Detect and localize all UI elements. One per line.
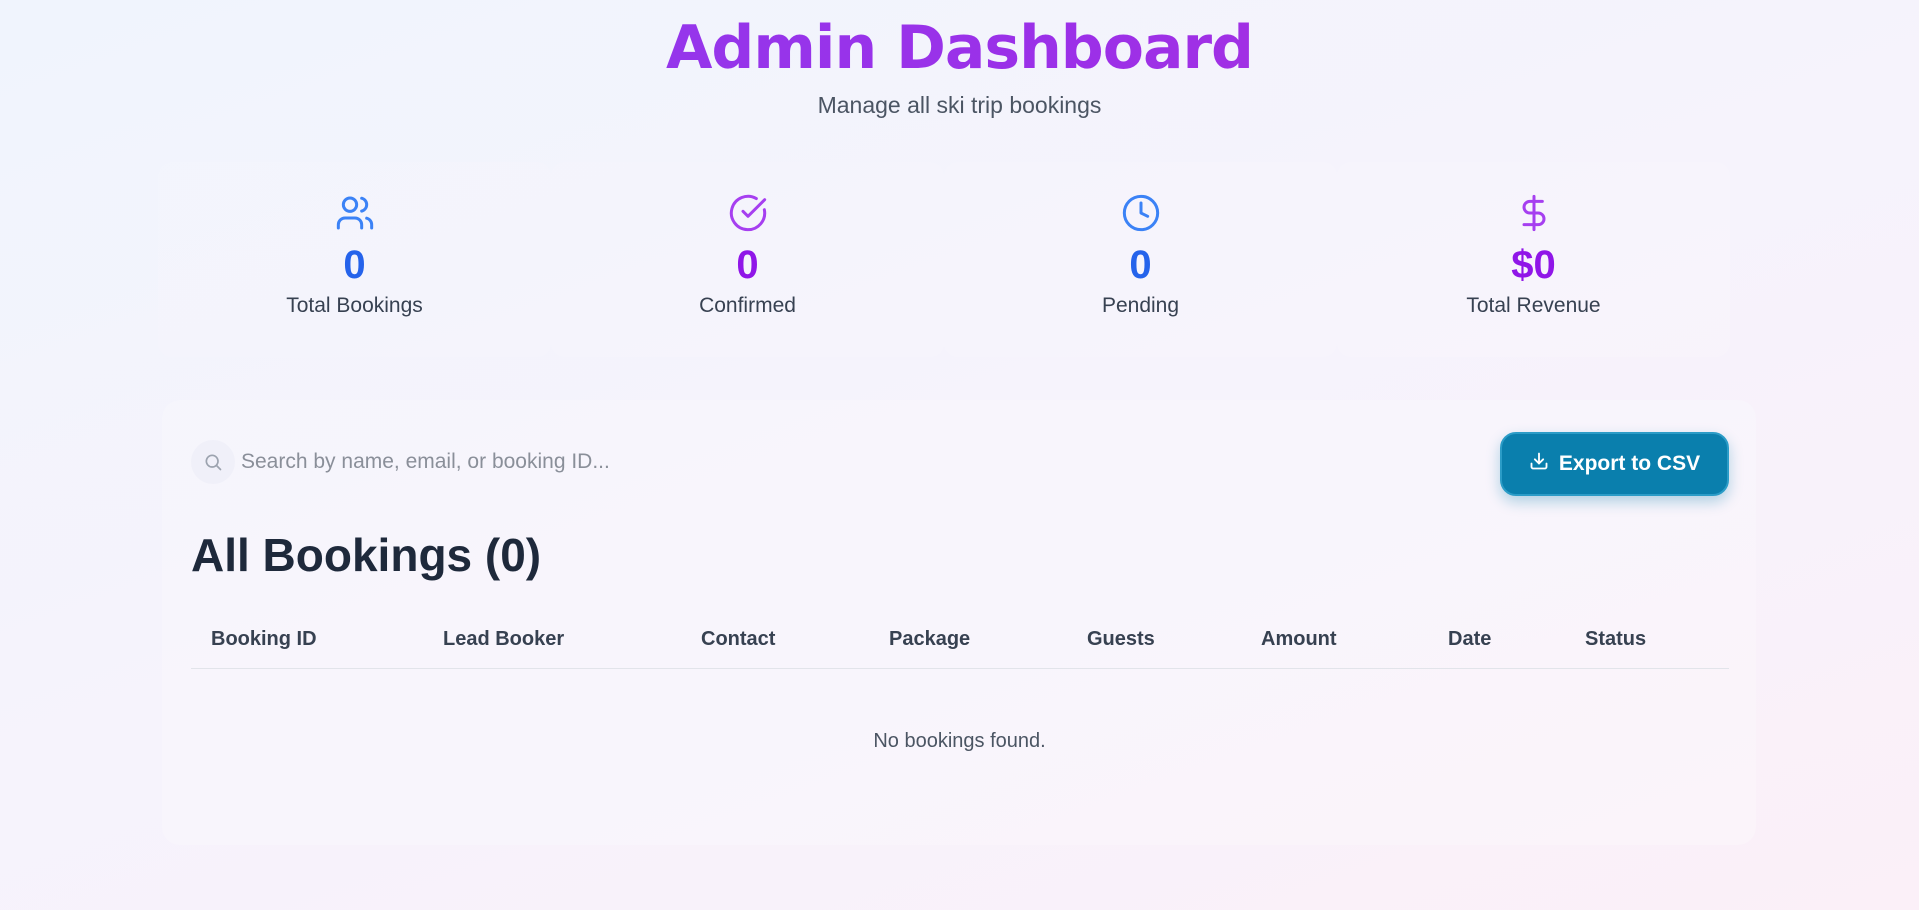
stat-value-total-revenue: $0 [1511,243,1556,287]
column-header-status[interactable]: Status [1585,628,1646,651]
export-csv-label: Export to CSV [1558,452,1701,475]
column-header-date[interactable]: Date [1448,628,1491,651]
stats-row: 0 Total Bookings 0 Confirmed 0 Pending $… [158,162,1730,357]
stat-value-confirmed: 0 [736,243,759,287]
stat-label-total-revenue: Total Revenue [1466,294,1601,317]
search-input[interactable] [241,450,661,474]
page-subtitle: Manage all ski trip bookings [817,92,1102,118]
stat-label-confirmed: Confirmed [699,294,796,317]
column-header-contact[interactable]: Contact [701,628,775,651]
stat-value-total-bookings: 0 [343,243,366,287]
stat-value-pending: 0 [1129,243,1152,287]
stat-card-pending: 0 Pending [944,162,1337,357]
stat-label-pending: Pending [1101,294,1180,317]
stat-card-total-bookings: 0 Total Bookings [158,162,551,357]
column-header-amount[interactable]: Amount [1261,628,1337,651]
page-header: Admin Dashboard Manage all ski trip book… [0,8,1919,119]
search-bar[interactable] [191,432,691,492]
page-title: Admin Dashboard [0,8,1919,88]
column-header-booking-id[interactable]: Booking ID [211,628,317,651]
export-csv-button[interactable]: Export to CSV [1500,432,1729,496]
column-header-lead-booker[interactable]: Lead Booker [443,628,564,651]
bookings-section-title: All Bookings (0) [191,529,542,581]
column-header-package[interactable]: Package [889,628,970,651]
stat-card-total-revenue: $0 Total Revenue [1337,162,1730,357]
check-circle-icon [551,192,944,234]
dollar-icon [1337,192,1730,234]
download-icon [1529,451,1549,477]
search-icon [191,440,235,484]
column-header-guests[interactable]: Guests [1087,628,1155,651]
clock-icon [944,192,1337,234]
empty-state-message: No bookings found. [873,730,1046,752]
bookings-table-header: Booking ID Lead Booker Contact Package G… [191,614,1729,669]
users-icon [158,192,551,234]
stat-label-total-bookings: Total Bookings [286,294,423,317]
stat-card-confirmed: 0 Confirmed [551,162,944,357]
